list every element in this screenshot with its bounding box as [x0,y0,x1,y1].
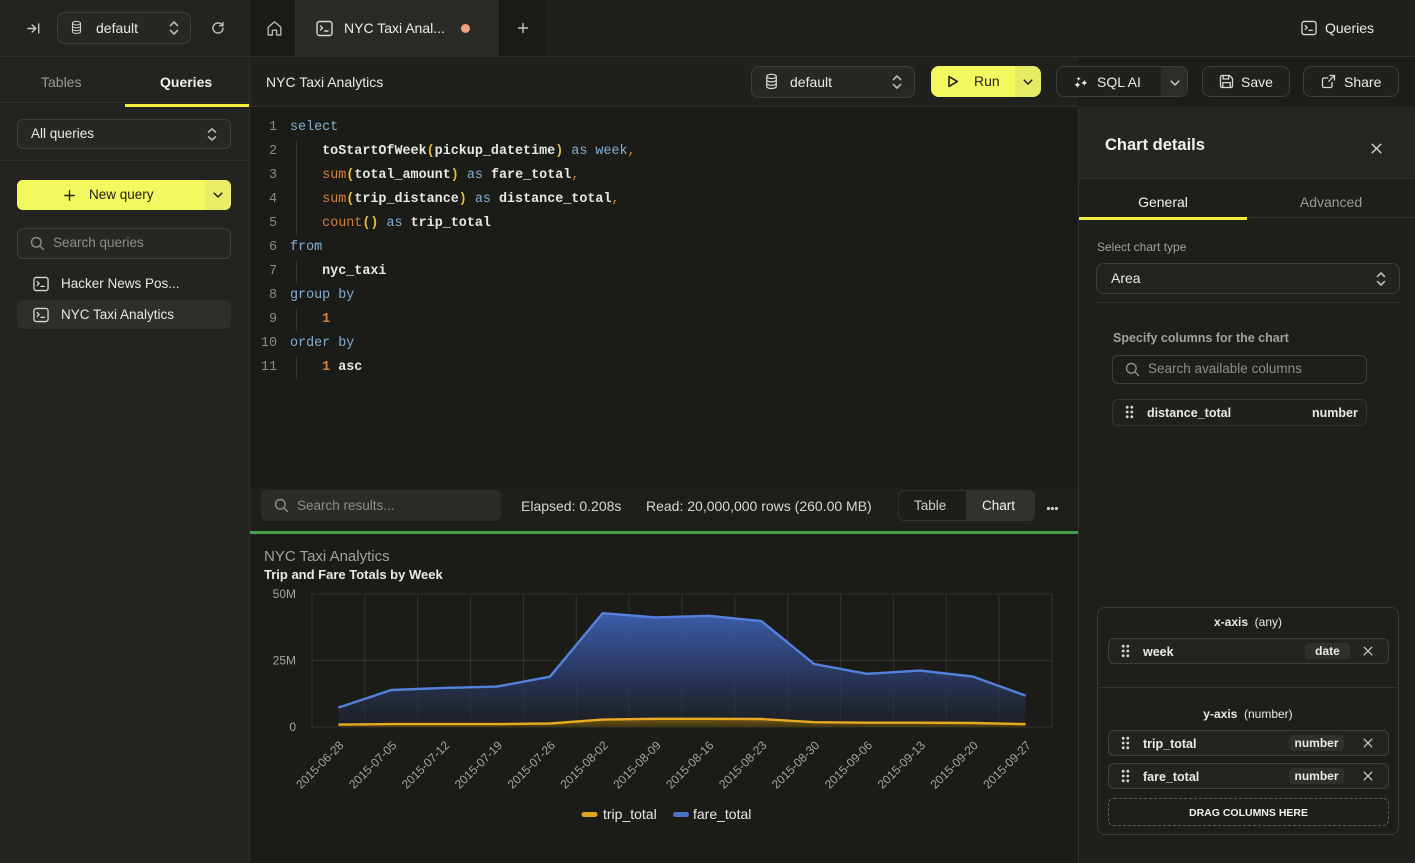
svg-text:2015-09-27: 2015-09-27 [980,738,1034,792]
svg-text:2015-09-20: 2015-09-20 [928,738,982,792]
svg-text:2015-06-28: 2015-06-28 [293,738,347,792]
svg-text:2015-08-02: 2015-08-02 [558,738,612,792]
svg-text:2015-08-23: 2015-08-23 [716,738,770,792]
svg-text:fare_total: fare_total [693,806,751,822]
svg-text:25M: 25M [273,654,296,668]
svg-text:2015-08-09: 2015-08-09 [610,738,664,792]
svg-text:2015-07-05: 2015-07-05 [346,738,400,792]
svg-text:0: 0 [289,720,296,734]
svg-text:50M: 50M [273,587,296,601]
svg-text:2015-07-12: 2015-07-12 [399,738,453,792]
svg-text:trip_total: trip_total [603,806,657,822]
svg-text:2015-08-30: 2015-08-30 [769,738,823,792]
svg-text:2015-07-19: 2015-07-19 [452,738,506,792]
svg-text:2015-09-13: 2015-09-13 [875,738,929,792]
svg-text:2015-09-06: 2015-09-06 [822,738,876,792]
svg-text:2015-08-16: 2015-08-16 [663,738,717,792]
svg-text:2015-07-26: 2015-07-26 [505,738,559,792]
